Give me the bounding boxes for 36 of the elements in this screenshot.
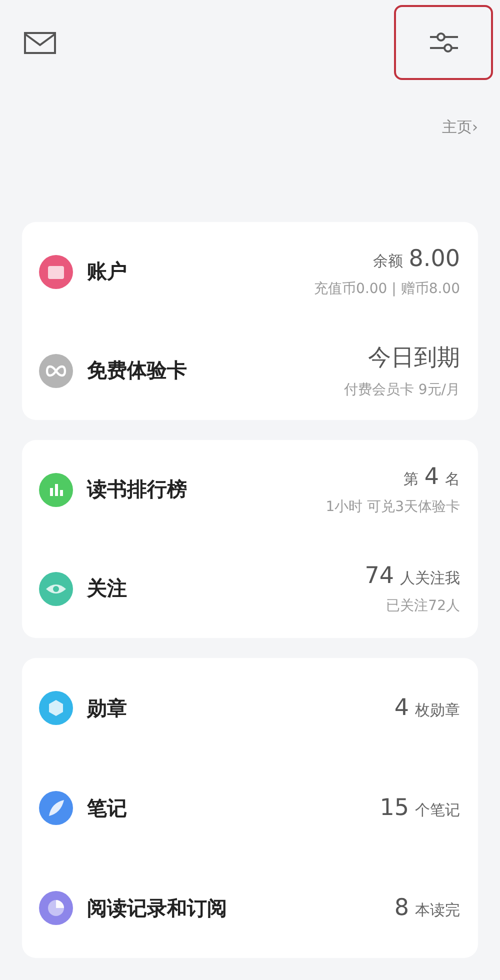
settings-icon bbox=[430, 31, 458, 54]
mail-icon bbox=[24, 32, 56, 54]
value-text: 4 bbox=[424, 464, 439, 490]
menu-item[interactable]: 笔记 15 个笔记 bbox=[22, 758, 478, 858]
settings-button[interactable] bbox=[394, 5, 493, 80]
menu-item[interactable]: 读书排行榜 第 4 名 1小时 可兑3天体验卡 bbox=[22, 440, 478, 539]
menu-item[interactable]: 勋章 4 枚勋章 bbox=[22, 658, 478, 758]
value-text: 15 bbox=[380, 795, 409, 821]
item-label: 关注 bbox=[87, 575, 127, 602]
value-text: 8 bbox=[394, 895, 409, 921]
item-label: 免费体验卡 bbox=[87, 357, 187, 384]
unit-text: 第 bbox=[403, 470, 418, 488]
menu-item[interactable]: 关注 74 人关注我 已关注72人 bbox=[22, 539, 478, 638]
unit-text: 本读完 bbox=[415, 901, 460, 920]
item-label: 账户 bbox=[87, 258, 127, 285]
item-detail: 充值币0.00 | 赠币8.00 bbox=[314, 280, 460, 298]
item-label: 读书排行榜 bbox=[87, 476, 187, 503]
unit-text: 名 bbox=[445, 470, 460, 488]
unit-text: 个笔记 bbox=[415, 801, 460, 820]
item-label: 笔记 bbox=[87, 794, 127, 822]
menu-item[interactable]: 阅读记录和订阅 8 本读完 bbox=[22, 858, 478, 958]
value-text: 8.00 bbox=[408, 246, 460, 272]
unit-text: 人关注我 bbox=[400, 568, 460, 588]
item-detail: 已关注72人 bbox=[386, 596, 460, 614]
item-detail: 1小时 可兑3天体验卡 bbox=[326, 498, 460, 516]
item-label: 勋章 bbox=[87, 694, 127, 722]
item-detail: 付费会员卡 9元/月 bbox=[344, 381, 460, 399]
value-text: 74 bbox=[364, 562, 394, 588]
menu-item[interactable]: 免费体验卡 今日到期 付费会员卡 9元/月 bbox=[22, 321, 478, 420]
unit-text: 余额 bbox=[372, 252, 403, 270]
value-text: 4 bbox=[394, 695, 409, 721]
mail-button[interactable] bbox=[22, 30, 58, 56]
item-label: 阅读记录和订阅 bbox=[87, 894, 227, 922]
unit-text: 枚勋章 bbox=[415, 701, 460, 720]
value-text: 今日到期 bbox=[368, 344, 460, 373]
menu-item[interactable]: 账户 余额 8.00 充值币0.00 | 赠币8.00 bbox=[22, 222, 478, 321]
